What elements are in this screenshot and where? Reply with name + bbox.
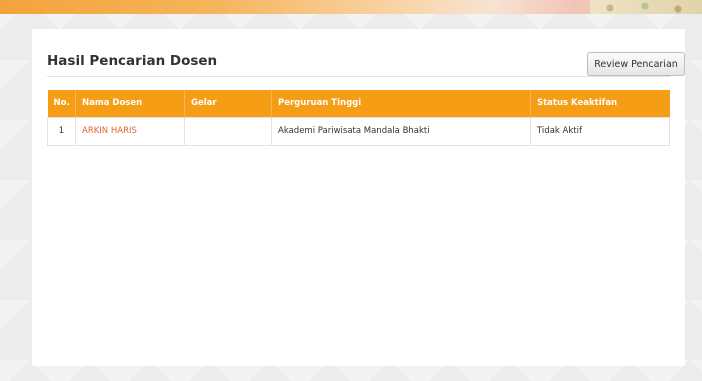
results-panel: Hasil Pencarian Dosen Review Pencarian N…	[32, 29, 685, 366]
results-table: No. Nama Dosen Gelar Perguruan Tinggi St…	[47, 90, 670, 146]
banner-decoration	[590, 0, 702, 14]
column-header-nama-dosen: Nama Dosen	[75, 90, 185, 117]
column-header-status-keaktifan: Status Keaktifan	[537, 98, 618, 109]
cell-gelar	[184, 116, 272, 146]
column-header-gelar: Gelar	[184, 90, 272, 117]
column-header-perguruan-tinggi: Perguruan Tinggi	[271, 90, 531, 117]
cell-status-keaktifan: Tidak Aktif	[530, 116, 670, 146]
cell-no: 1	[47, 116, 76, 146]
page-title: Hasil Pencarian Dosen	[47, 53, 218, 69]
column-header-no: No.	[47, 90, 76, 117]
cell-perguruan-tinggi: Akademi Pariwisata Mandala Bhakti	[271, 116, 531, 146]
review-search-button[interactable]: Review Pencarian	[587, 52, 685, 76]
lecturer-name-link[interactable]: ARKIN HARIS	[82, 126, 137, 136]
table-header-row: No. Nama Dosen Gelar Perguruan Tinggi St…	[47, 90, 670, 117]
top-banner	[0, 0, 702, 14]
table-row: 1 ARKIN HARIS Akademi Pariwisata Mandala…	[47, 116, 670, 146]
panel-header: Hasil Pencarian Dosen Review Pencarian	[47, 49, 685, 77]
cell-nama-dosen: ARKIN HARIS	[75, 116, 185, 146]
